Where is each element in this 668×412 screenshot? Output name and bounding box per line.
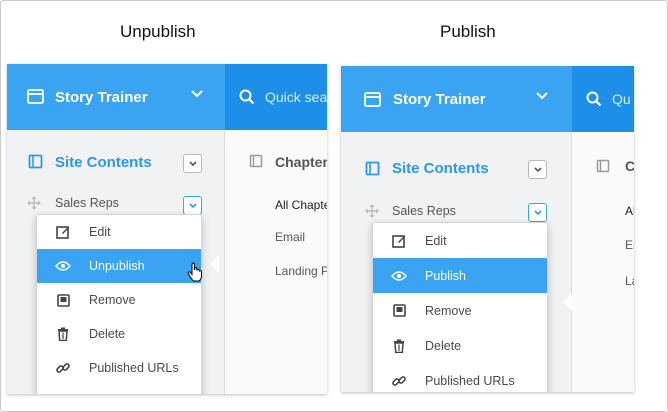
menu-item-label: Publish: [425, 268, 466, 283]
menu-item-label: Unpublish: [89, 259, 145, 273]
search-bar[interactable]: Quick sea: [225, 64, 327, 130]
chapters-heading: C: [625, 158, 634, 174]
top-bar: Story Trainer Quick sea: [7, 64, 327, 130]
main-content: Chapter All Chapte Email Landing P: [225, 130, 327, 394]
book-icon: [37, 293, 89, 307]
book-icon: [249, 154, 263, 168]
menu-item-label: Edit: [425, 233, 447, 248]
menu-item-edit[interactable]: Edit: [373, 223, 547, 258]
drag-handle-icon[interactable]: [27, 196, 41, 210]
menu-pointer: [210, 255, 219, 273]
chapters-heading: Chapter: [275, 154, 327, 170]
menu-item-delete[interactable]: Delete: [373, 328, 547, 363]
menu-item-label: Remove: [425, 303, 472, 318]
caption-publish: Publish: [440, 22, 496, 41]
site-contents-title[interactable]: Site Contents: [392, 160, 489, 177]
book-icon: [28, 154, 43, 169]
menu-item-label: Edit: [89, 225, 111, 239]
menu-item-label: Published URLs: [425, 373, 515, 388]
sales-reps-menu-toggle[interactable]: [183, 196, 202, 215]
right-panel: Story Trainer Qu Site Contents Sales Rep…: [341, 66, 634, 392]
menu-item-published-urls[interactable]: Published URLs: [373, 363, 547, 392]
book-icon: [365, 161, 380, 176]
drag-handle-icon[interactable]: [365, 204, 379, 218]
calendar-icon: [364, 91, 381, 107]
top-bar: Story Trainer Qu: [341, 66, 634, 132]
menu-item-remove[interactable]: Remove: [373, 293, 547, 328]
edit-icon: [373, 234, 425, 248]
edit-icon: [37, 225, 89, 239]
hand-cursor-icon: [187, 262, 203, 282]
menu-item-unpublish[interactable]: Unpublish: [37, 249, 201, 283]
site-contents-toggle[interactable]: [528, 160, 547, 179]
app-title[interactable]: Story Trainer: [393, 91, 486, 108]
search-bar[interactable]: Qu: [572, 66, 634, 132]
context-menu: Edit Unpublish Remove Delete Published U…: [36, 214, 202, 394]
menu-item-label: Published URLs: [89, 361, 179, 375]
app-title[interactable]: Story Trainer: [55, 89, 148, 106]
sales-reps-menu-toggle[interactable]: [528, 203, 547, 222]
menu-pointer: [563, 293, 572, 311]
caption-unpublish: Unpublish: [120, 22, 196, 41]
chevron-down-icon[interactable]: [191, 90, 203, 98]
search-icon: [586, 91, 602, 107]
context-menu: Edit Publish Remove Delete Published URL…: [372, 222, 548, 392]
menu-item-publish[interactable]: Publish: [373, 258, 547, 293]
trash-icon: [373, 339, 425, 353]
eye-icon: [37, 261, 89, 271]
book-icon: [596, 159, 610, 173]
site-contents-title[interactable]: Site Contents: [55, 154, 152, 171]
link-icon: [37, 361, 89, 375]
left-panel: Story Trainer Quick sea Site Contents Sa…: [7, 64, 327, 394]
site-contents-toggle[interactable]: [183, 154, 202, 173]
chapter-row[interactable]: Er: [625, 238, 634, 252]
sidebar-item-label[interactable]: Sales Reps: [55, 196, 119, 210]
search-input[interactable]: Qu: [612, 91, 631, 107]
eye-icon: [373, 270, 425, 281]
menu-item-label: Remove: [89, 293, 136, 307]
link-icon: [373, 374, 425, 388]
menu-item-label: Delete: [89, 327, 126, 341]
menu-item-edit[interactable]: Edit: [37, 215, 201, 249]
menu-item-label: Delete: [425, 338, 462, 353]
chapter-row[interactable]: Email: [275, 230, 305, 244]
chevron-down-icon[interactable]: [536, 92, 548, 100]
search-icon: [239, 89, 255, 105]
trash-icon: [37, 327, 89, 341]
menu-item-delete[interactable]: Delete: [37, 317, 201, 351]
main-content: C Al Er La: [572, 132, 634, 392]
book-icon: [373, 304, 425, 317]
sidebar-item-label[interactable]: Sales Reps: [392, 204, 456, 218]
search-input[interactable]: Quick sea: [265, 89, 327, 105]
chapter-row[interactable]: Landing P: [275, 264, 327, 278]
chapter-row[interactable]: Al: [625, 204, 634, 218]
calendar-icon: [27, 88, 44, 104]
menu-item-published-urls[interactable]: Published URLs: [37, 351, 201, 385]
chapter-row[interactable]: La: [625, 274, 634, 288]
chapter-row[interactable]: All Chapte: [275, 198, 327, 212]
menu-item-remove[interactable]: Remove: [37, 283, 201, 317]
